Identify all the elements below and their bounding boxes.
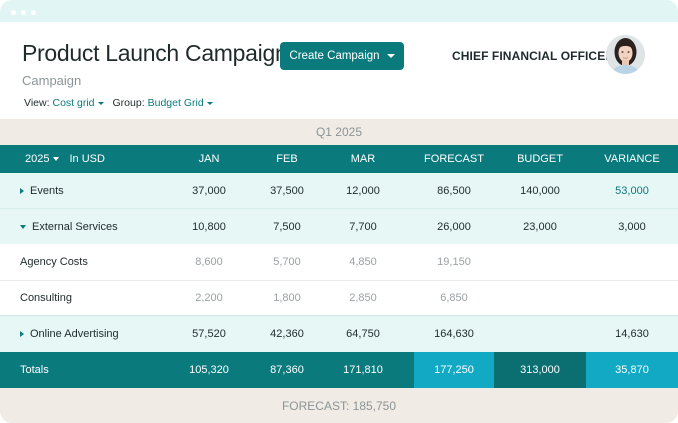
view-value: Cost grid [52,97,95,109]
table-row[interactable]: Agency Costs 8,600 5,700 4,850 19,150 [0,244,678,280]
table-cell [494,316,586,352]
table-cell: 7,500 [273,220,301,233]
group-label: Group: [112,97,145,109]
table-cell: 7,700 [349,220,377,233]
table-cell: 140,000 [520,184,560,197]
row-name: External Services [20,209,170,244]
create-campaign-label: Create Campaign [289,50,380,62]
table-cell [586,244,678,280]
table-cell: 2,200 [195,292,223,304]
group-select[interactable]: Budget Grid [148,97,213,109]
total-variance-cell: 35,870 [586,352,678,388]
row-label: Online Advertising [30,328,119,340]
table-header: 2025 In USD JAN FEB MAR FORECAST BUDGET … [0,145,678,173]
create-campaign-button[interactable]: Create Campaign [280,42,404,70]
column-header: BUDGET [517,153,563,165]
table-cell: 164,630 [434,328,474,340]
column-header: MAR [350,153,376,165]
table-cell: 37,000 [192,184,226,197]
period-band: Q1 2025 [0,119,678,145]
total-cell: 105,320 [189,364,229,376]
unit-label: In USD [69,153,105,165]
table-cell: 57,520 [192,328,226,340]
column-header: VARIANCE [604,153,660,165]
row-name: Events [20,173,170,208]
table-cell: 8,600 [195,256,223,268]
table-cell: 12,000 [346,184,380,197]
table-cell: 4,850 [349,256,377,268]
window-dot-icon [31,10,36,15]
year-value: 2025 [25,153,50,165]
table-cell: 6,850 [440,292,468,304]
expand-icon[interactable] [20,187,24,194]
table-cell: 64,750 [346,328,380,340]
app-window: Product Launch Campaign Campaign Create … [0,0,678,423]
table-cell: 42,360 [270,328,304,340]
user-role: CHIEF FINANCIAL OFFICER [452,49,615,63]
window-dot-icon [21,10,26,15]
table-row[interactable]: External Services 10,800 7,500 7,700 26,… [0,209,678,244]
total-cell: 171,810 [343,364,383,376]
page-title: Product Launch Campaign [22,40,288,66]
window-dot-icon [11,10,16,15]
table-cell: 10,800 [192,220,226,233]
row-label: Events [30,184,64,197]
avatar[interactable] [606,35,645,74]
collapse-icon[interactable] [20,224,26,229]
chevron-down-icon [206,101,213,105]
table-cell [586,281,678,315]
expand-icon[interactable] [20,331,24,337]
table-cell: 19,150 [437,256,471,268]
table-row[interactable]: Events 37,000 37,500 12,000 86,500 140,0… [0,173,678,208]
row-label: External Services [32,220,118,233]
table-cell: 5,700 [273,256,301,268]
view-select[interactable]: Cost grid [53,97,104,109]
forecast-summary: FORECAST: 185,750 [0,388,678,423]
user-avatar-icon [606,35,645,74]
column-header: FEB [276,153,298,165]
totals-label: Totals [20,364,49,376]
page-subtitle: Campaign [22,73,82,88]
table-cell: 1,800 [273,292,301,304]
table-cell: 37,500 [270,184,304,197]
row-label: Consulting [20,292,72,304]
table-cell [494,244,586,280]
table-row[interactable]: Online Advertising 57,520 42,360 64,750 … [0,316,678,352]
table-cell: 3,000 [618,220,646,233]
column-header: JAN [198,153,220,165]
table-cell: 23,000 [523,220,557,233]
table-cell: 26,000 [437,220,471,233]
table-row[interactable]: Consulting 2,200 1,800 2,850 6,850 [0,281,678,315]
chevron-down-icon [97,101,104,105]
column-header: FORECAST [424,153,484,165]
totals-row: Totals 105,320 87,360 171,810 177,250 31… [0,352,678,388]
chevron-down-icon [386,54,395,58]
filter-bar: View: Cost grid Group: Budget Grid [24,97,213,109]
row-label: Agency Costs [20,256,88,268]
variance-link[interactable]: 53,000 [586,173,678,208]
chevron-down-icon [53,157,60,161]
total-budget-cell: 313,000 [494,352,586,388]
total-cell: 87,360 [270,364,304,376]
table-cell: 2,850 [349,292,377,304]
table-cell [494,281,586,315]
window-titlebar [0,0,678,22]
table-cell: 86,500 [437,184,471,197]
view-label: View: [24,97,50,109]
year-select[interactable]: 2025 In USD [25,145,175,173]
row-name: Online Advertising [20,316,170,352]
table-cell: 14,630 [615,328,649,340]
total-forecast-cell: 177,250 [414,352,494,388]
group-value: Budget Grid [147,97,204,109]
